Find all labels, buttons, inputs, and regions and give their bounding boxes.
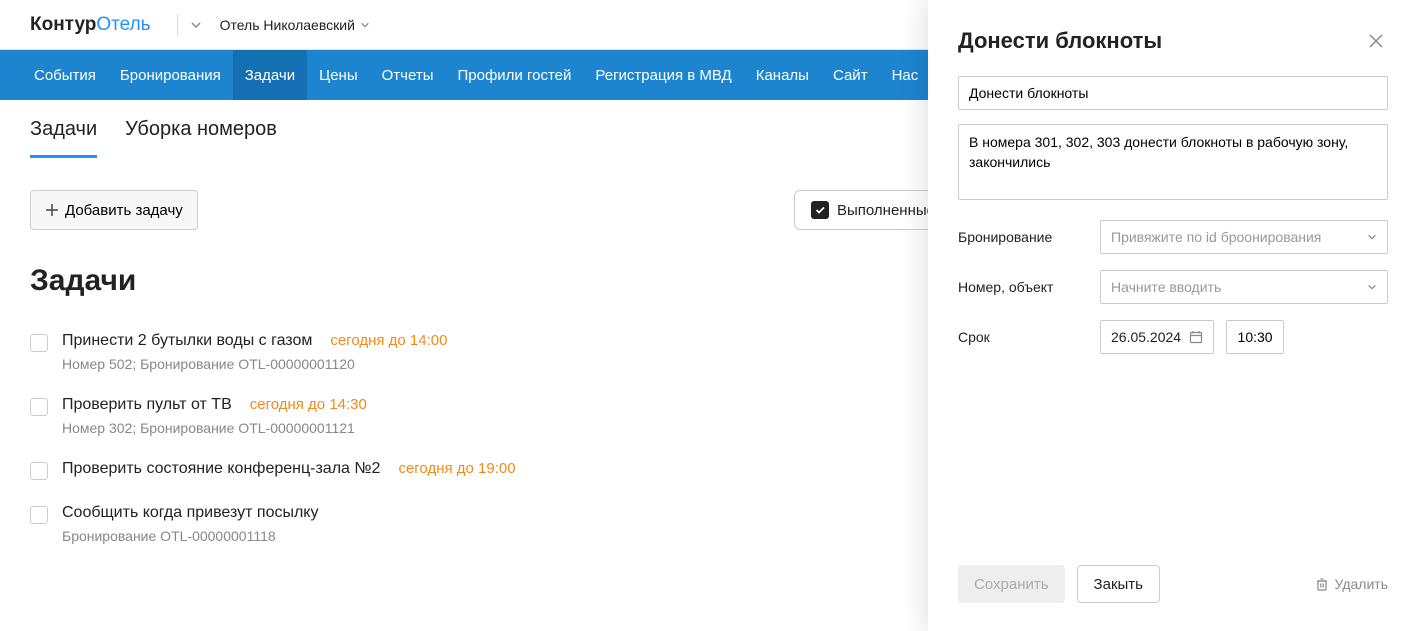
task-checkbox[interactable] <box>30 506 48 524</box>
room-label: Номер, объект <box>958 279 1088 295</box>
task-name-input[interactable] <box>958 76 1388 110</box>
task-checkbox[interactable] <box>30 398 48 416</box>
time-input[interactable] <box>1226 320 1284 354</box>
task-due: сегодня до 14:00 <box>330 332 447 349</box>
chevron-down-icon <box>360 20 370 30</box>
logo[interactable]: Контур Отель <box>30 14 151 36</box>
delete-label: Удалить <box>1335 576 1388 592</box>
chevron-down-icon <box>1367 282 1377 292</box>
deadline-label: Срок <box>958 329 1088 345</box>
nav-item-prices[interactable]: Цены <box>307 50 370 100</box>
task-description-input[interactable] <box>958 124 1388 200</box>
plus-icon <box>45 203 59 217</box>
nav-item-channels[interactable]: Каналы <box>744 50 821 100</box>
logo-text-2: Отель <box>96 14 150 36</box>
add-task-button[interactable]: Добавить задачу <box>30 190 198 230</box>
task-due: сегодня до 19:00 <box>398 460 515 477</box>
booking-select[interactable]: Привяжите по id броонирования <box>1100 220 1388 254</box>
side-panel: Донести блокноты Бронирование Привяжите … <box>928 0 1418 631</box>
nav-item-events[interactable]: События <box>22 50 108 100</box>
date-value: 26.05.2024 <box>1111 329 1181 345</box>
date-input[interactable]: 26.05.2024 <box>1100 320 1214 354</box>
trash-icon <box>1315 577 1329 591</box>
nav-item-more[interactable]: Нас <box>880 50 931 100</box>
hotel-selector[interactable]: Отель Николаевский <box>220 17 370 33</box>
logo-text-1: Контур <box>30 14 96 36</box>
add-task-label: Добавить задачу <box>65 202 183 219</box>
sub-tab-tasks[interactable]: Задачи <box>30 118 97 158</box>
task-title[interactable]: Сообщить когда привезут посылку <box>62 504 318 522</box>
save-button[interactable]: Сохранить <box>958 565 1065 603</box>
task-title[interactable]: Проверить состояние конференц-зала №2 <box>62 460 380 478</box>
chevron-down-icon[interactable] <box>190 19 202 31</box>
nav-item-reports[interactable]: Отчеты <box>370 50 446 100</box>
calendar-icon <box>1189 330 1203 344</box>
task-title[interactable]: Принести 2 бутылки воды с газом <box>62 332 312 350</box>
nav-item-tasks[interactable]: Задачи <box>233 50 307 100</box>
delete-button[interactable]: Удалить <box>1315 576 1388 592</box>
task-title[interactable]: Проверить пульт от ТВ <box>62 396 232 414</box>
room-select[interactable]: Начните вводить <box>1100 270 1388 304</box>
divider <box>177 14 178 36</box>
panel-footer: Сохранить Закыть Удалить <box>958 565 1388 603</box>
checkbox-checked-icon <box>811 201 829 219</box>
close-panel-button[interactable]: Закыть <box>1077 565 1160 603</box>
task-due: сегодня до 14:30 <box>250 396 367 413</box>
nav-item-guest-profiles[interactable]: Профили гостей <box>445 50 583 100</box>
chevron-down-icon <box>1367 232 1377 242</box>
booking-placeholder: Привяжите по id броонирования <box>1111 229 1321 245</box>
close-icon <box>1368 33 1384 49</box>
hotel-name: Отель Николаевский <box>220 17 355 33</box>
task-checkbox[interactable] <box>30 462 48 480</box>
task-checkbox[interactable] <box>30 334 48 352</box>
booking-label: Бронирование <box>958 229 1088 245</box>
panel-title: Донести блокноты <box>958 28 1162 54</box>
nav-item-mvd[interactable]: Регистрация в МВД <box>583 50 743 100</box>
nav-item-bookings[interactable]: Бронирования <box>108 50 233 100</box>
room-placeholder: Начните вводить <box>1111 279 1221 295</box>
nav-item-site[interactable]: Сайт <box>821 50 880 100</box>
completed-filter-label: Выполненные <box>837 202 935 219</box>
sub-tab-cleaning[interactable]: Уборка номеров <box>125 118 277 158</box>
close-button[interactable] <box>1364 29 1388 53</box>
